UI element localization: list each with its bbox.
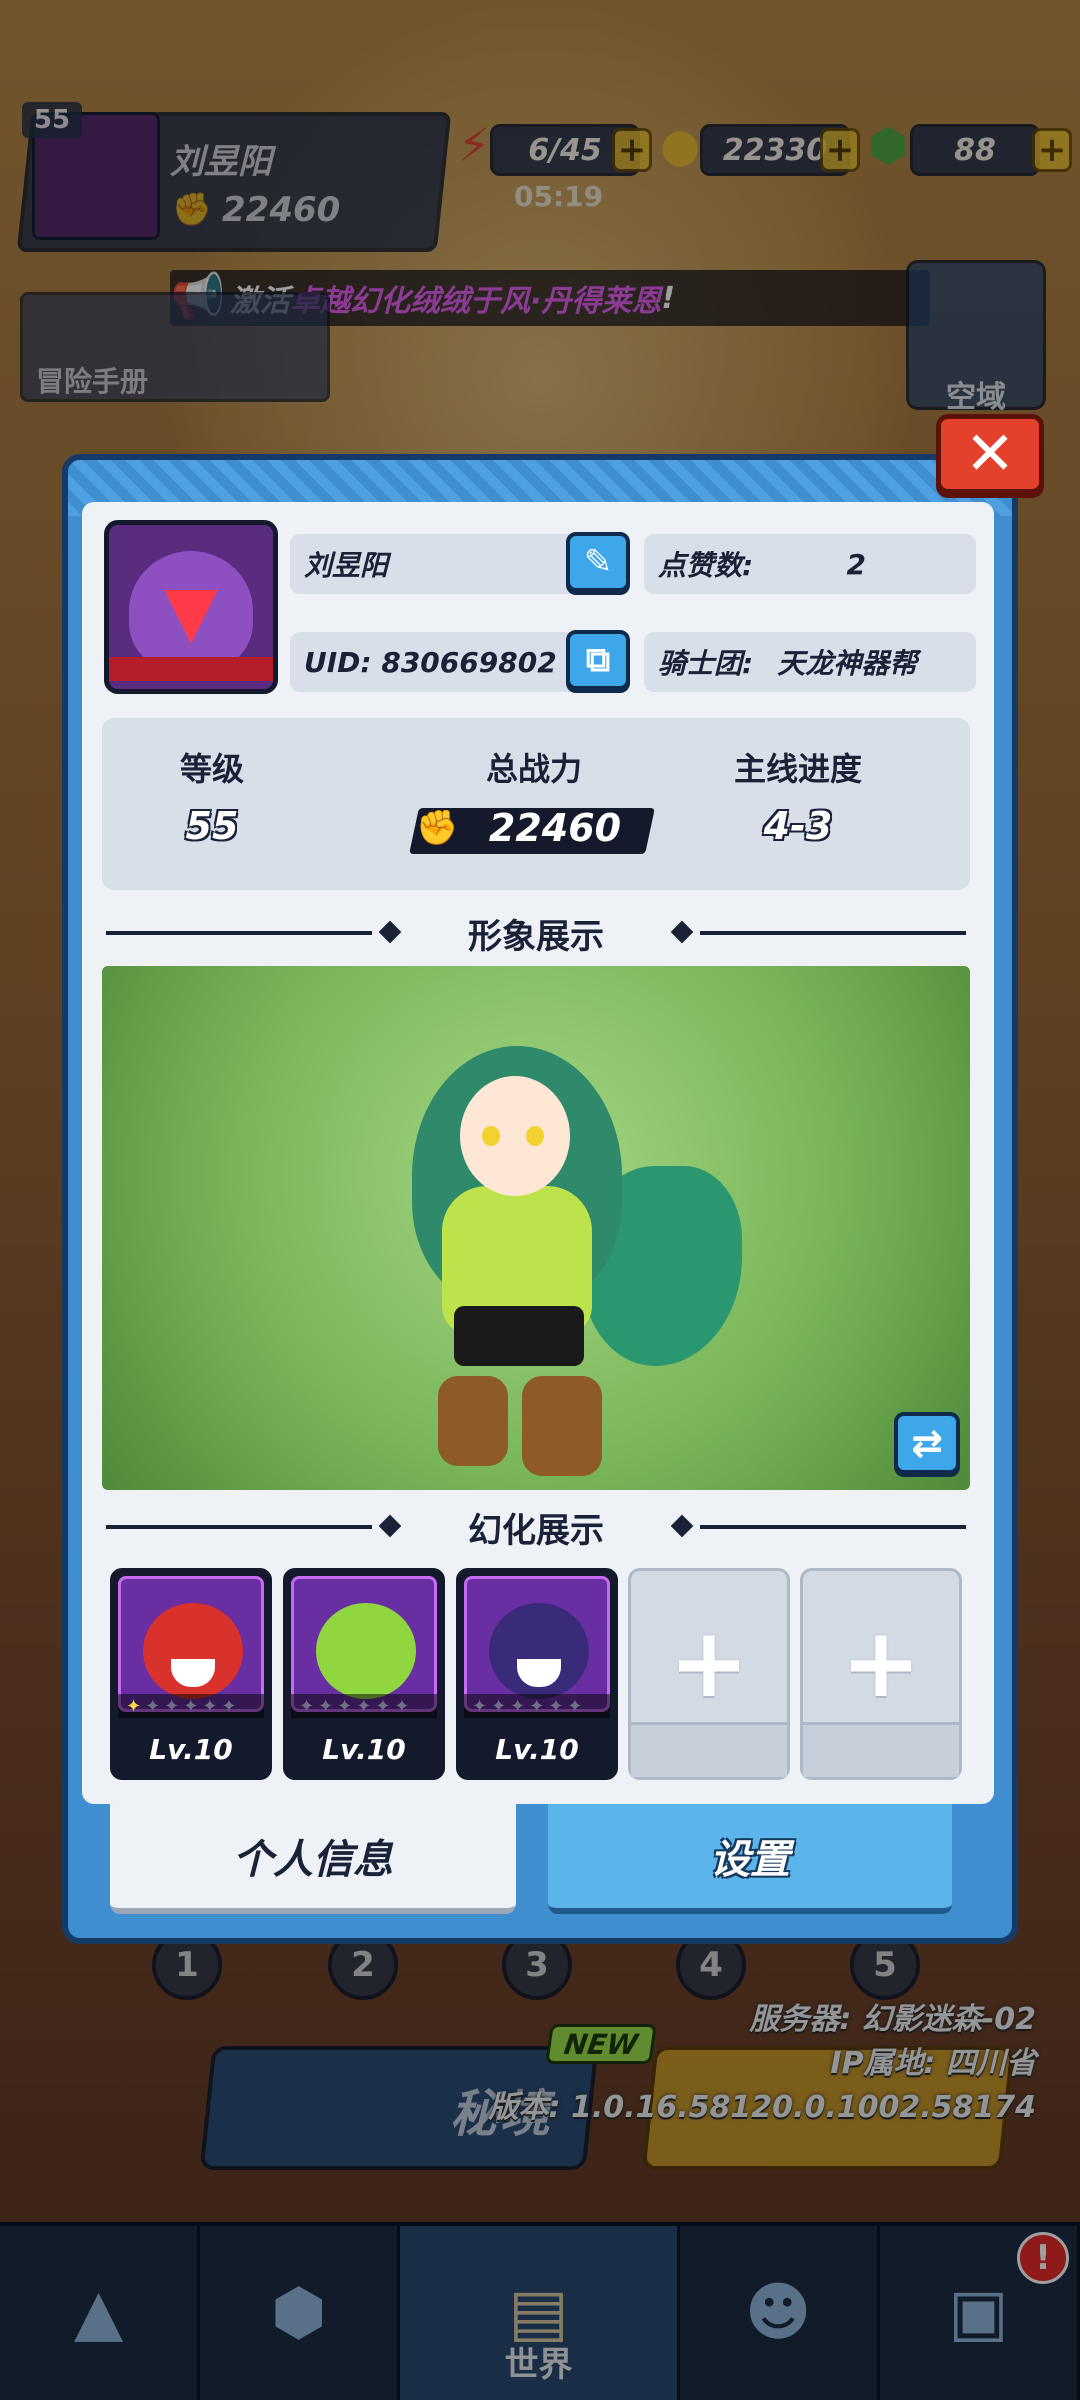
close-icon: ✕	[964, 419, 1016, 489]
likes-field: 点赞数: 2	[644, 534, 976, 594]
power-label: 总战力	[485, 750, 582, 788]
uid-text: UID: 830669802	[304, 645, 557, 679]
character-face	[460, 1076, 570, 1196]
empty-pet-slot[interactable]: +	[628, 1568, 790, 1780]
character-shorts	[454, 1306, 584, 1366]
pet-portrait	[118, 1576, 264, 1712]
guild-field: 骑士团: 天龙神器帮	[644, 632, 976, 692]
divider-diamond	[378, 1514, 402, 1538]
character-eye	[482, 1126, 500, 1146]
power-icon: ✊	[416, 808, 459, 848]
guild-value: 天龙神器帮	[777, 647, 918, 680]
level-value: 55	[185, 804, 239, 848]
pet-stars: ✦✦✦✦✦✦	[464, 1694, 610, 1718]
tab-settings[interactable]: 设置	[548, 1804, 952, 1914]
divider-line	[700, 1525, 966, 1529]
pet-portrait	[464, 1576, 610, 1712]
divider-diamond	[670, 1514, 694, 1538]
avatar-face: ▼	[129, 551, 253, 671]
pet-figure	[316, 1603, 416, 1699]
pet-card[interactable]: ✦✦✦✦✦✦ Lv.10	[456, 1568, 618, 1780]
pet-stars: ✦✦✦✦✦✦	[291, 1694, 437, 1718]
pet-stars: ✦✦✦✦✦✦	[118, 1694, 264, 1718]
copy-icon: ⧉	[585, 640, 611, 680]
edit-icon: ✎	[583, 542, 613, 582]
copy-uid-button[interactable]: ⧉	[566, 630, 630, 690]
character-boot	[438, 1376, 508, 1466]
close-button[interactable]: ✕	[936, 414, 1044, 494]
profile-name: 刘昱阳	[304, 549, 389, 582]
divider-diamond	[378, 920, 402, 944]
appearance-title: 形象展示	[468, 916, 604, 957]
pet-level: Lv.10	[495, 1733, 579, 1766]
divider-diamond	[670, 920, 694, 944]
character-eye	[526, 1126, 544, 1146]
progress-label: 主线进度	[733, 750, 862, 788]
likes-label: 点赞数:	[658, 549, 754, 582]
pet-level: Lv.10	[322, 1733, 406, 1766]
likes-value: 2	[846, 547, 866, 581]
guild-label: 骑士团:	[658, 647, 754, 680]
divider-line	[700, 931, 966, 935]
divider-line	[106, 1525, 372, 1529]
progress-value: 4-3	[763, 804, 833, 848]
profile-avatar[interactable]: ▼	[104, 520, 278, 694]
appearance-section-header: 形象展示	[102, 908, 970, 958]
swap-icon: ⇄	[911, 1421, 943, 1465]
power-value: 22460	[488, 806, 622, 850]
avatar-scarf	[109, 657, 273, 681]
swap-appearance-button[interactable]: ⇄	[894, 1412, 960, 1474]
empty-pet-slot[interactable]: +	[800, 1568, 962, 1780]
character-showcase	[102, 966, 970, 1490]
transform-section-header: 幻化展示	[102, 1502, 970, 1552]
transform-title: 幻化展示	[468, 1510, 604, 1551]
edit-name-button[interactable]: ✎	[566, 532, 630, 592]
tab-personal-info[interactable]: 个人信息	[110, 1804, 516, 1914]
level-label: 等级	[179, 750, 244, 788]
pet-card[interactable]: ✦✦✦✦✦✦ Lv.10	[110, 1568, 272, 1780]
pet-level: Lv.10	[149, 1733, 233, 1766]
character-boot	[522, 1376, 602, 1476]
pet-card[interactable]: ✦✦✦✦✦✦ Lv.10	[283, 1568, 445, 1780]
pet-portrait	[291, 1576, 437, 1712]
divider-line	[106, 931, 372, 935]
